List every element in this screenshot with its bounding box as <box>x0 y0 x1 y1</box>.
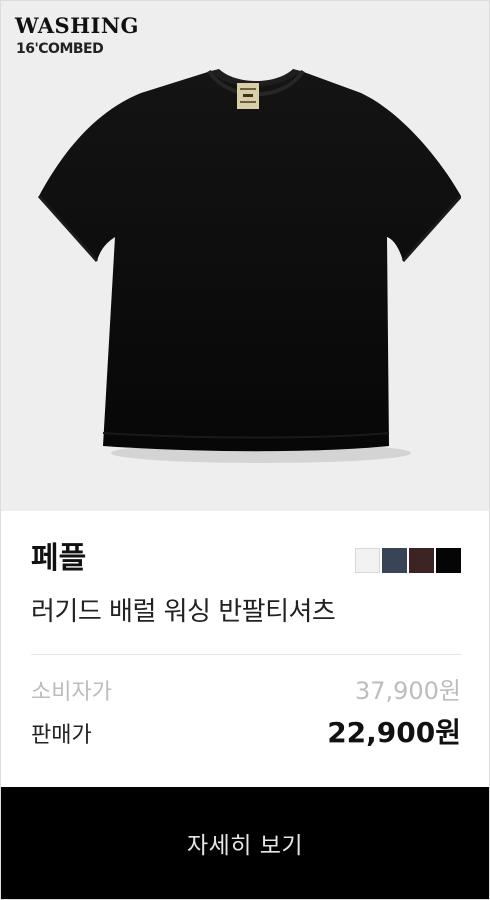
sale-price-row: 판매가 22,900원 <box>31 711 461 751</box>
color-swatch-brown[interactable] <box>409 548 434 573</box>
color-swatch-white[interactable] <box>355 548 380 573</box>
list-price-row: 소비자가 37,900원 <box>31 671 461 706</box>
color-swatch-black[interactable] <box>436 548 461 573</box>
divider <box>31 654 461 655</box>
washing-badge-subtitle: 16'COMBED <box>16 41 104 57</box>
black-tshirt-image <box>37 69 461 463</box>
sale-price-label: 판매가 <box>31 723 92 748</box>
view-details-button[interactable]: 자세히 보기 <box>1 787 489 899</box>
list-price-label: 소비자가 <box>31 680 112 705</box>
brand-name: 페플 <box>31 541 87 576</box>
color-swatches <box>355 548 461 573</box>
product-name: 러기드 배럴 워싱 반팔티셔츠 <box>31 597 336 627</box>
product-info: 페플 러기드 배럴 워싱 반팔티셔츠 소비자가 37,900원 판매가 22,9… <box>1 511 489 789</box>
color-swatch-navy[interactable] <box>382 548 407 573</box>
list-price-value: 37,900원 <box>354 677 461 705</box>
product-card[interactable]: WASHING 16'COMBED 페플 러기드 배럴 워싱 반팔티셔츠 소비자… <box>0 0 490 900</box>
washing-badge-title: WASHING <box>15 13 139 38</box>
product-image-area[interactable]: WASHING 16'COMBED <box>1 1 489 511</box>
sale-price-value: 22,900원 <box>327 716 461 749</box>
